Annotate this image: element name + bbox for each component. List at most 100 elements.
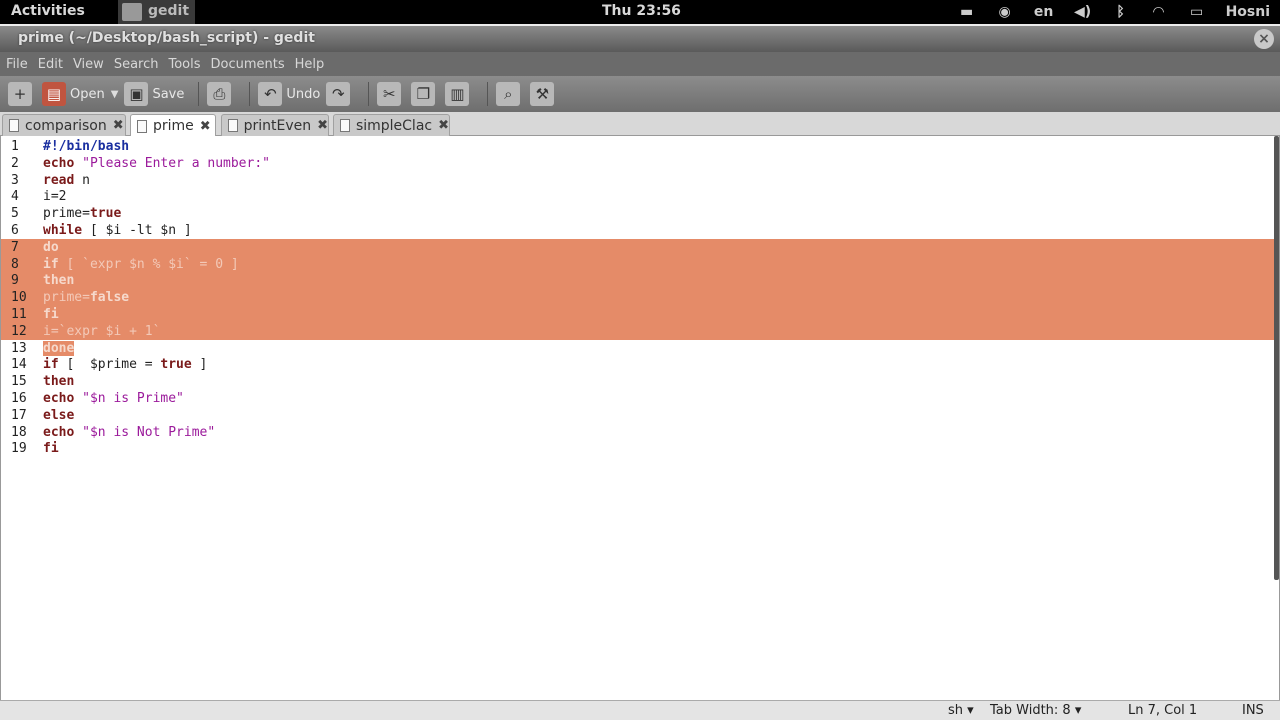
status-bar: sh ▾ Tab Width: 8 ▾ Ln 7, Col 1 INS [0,700,1280,720]
code-line[interactable]: 5 prime=true [1,205,1277,222]
keyboard-layout[interactable]: en [1024,4,1064,20]
line-text: do [43,239,59,255]
document-icon [9,119,19,132]
line-number: 15 [11,374,27,390]
volume-icon[interactable]: ◀) [1064,4,1102,20]
toolbar-separator [198,82,200,106]
line-text: echo "Please Enter a number:" [43,155,270,171]
undo-button[interactable]: ↶ Undo [258,79,320,109]
close-tab-icon[interactable]: ✖ [113,118,124,133]
window-title: prime (~/Desktop/bash_script) - gedit [18,30,315,46]
close-tab-icon[interactable]: ✖ [317,118,328,133]
code-line[interactable]: 3 read n [1,172,1277,189]
code-line[interactable]: 8 if [ `expr $n % $i` = 0 ] [1,255,1277,273]
toolbar-separator [487,82,489,106]
code-line[interactable]: 14 if [ $prime = true ] [1,356,1277,373]
clock[interactable]: Thu 23:56 [602,3,681,19]
menu-file[interactable]: File [6,57,28,72]
print-button[interactable]: ⎙ [207,79,235,109]
find-button[interactable]: ⌕ [496,79,524,109]
tab-width-selector[interactable]: Tab Width: 8 ▾ [990,703,1081,718]
menu-documents[interactable]: Documents [211,57,285,72]
code-line[interactable]: 18 echo "$n is Not Prime" [1,424,1277,441]
bluetooth-icon[interactable]: ᛒ [1102,4,1140,20]
copy-button[interactable]: ❐ [411,79,439,109]
document-icon [340,119,350,132]
cut-button[interactable]: ✂ [377,79,405,109]
menu-bar: File Edit View Search Tools Documents He… [0,52,1280,76]
menu-search[interactable]: Search [114,57,159,72]
code-line[interactable]: 13 done [1,340,1277,357]
line-number: 12 [11,323,27,339]
code-line[interactable]: 4 i=2 [1,188,1277,205]
tab-printeven[interactable]: printEven ✖ [221,114,329,136]
tab-label: printEven [243,117,312,134]
redo-button[interactable]: ↷ [326,79,354,109]
open-dropdown-icon[interactable]: ▼ [111,89,119,100]
line-number: 9 [11,273,19,289]
wifi-icon[interactable]: ◠ [1140,4,1178,20]
search-icon: ⌕ [496,82,521,106]
replace-button[interactable]: ⚒ [530,79,558,109]
code-line[interactable]: 11 fi [1,306,1277,323]
menu-edit[interactable]: Edit [38,57,63,72]
code-line[interactable]: 6 while [ $i -lt $n ] [1,222,1277,239]
toolbar-separator [368,82,370,106]
line-text: echo "$n is Not Prime" [43,424,216,440]
insert-mode: INS [1242,703,1264,718]
line-text: done [43,340,75,356]
app-menu[interactable]: gedit [118,0,196,24]
activities-button[interactable]: Activities [11,3,85,19]
code-line[interactable]: 17 else [1,407,1277,424]
code-line[interactable]: 7 do [1,238,1277,256]
line-number: 5 [11,206,19,222]
line-text: i=2 [43,189,67,205]
redo-icon: ↷ [326,82,351,106]
menu-help[interactable]: Help [295,57,325,72]
code-line[interactable]: 12 i=`expr $i + 1` [1,322,1277,340]
files-icon[interactable]: ▬ [948,4,986,20]
new-button[interactable]: + [8,79,36,109]
cursor-position: Ln 7, Col 1 [1128,703,1198,718]
print-icon: ⎙ [207,82,232,106]
code-line[interactable]: 1 #!/bin/bash [1,138,1277,155]
window-titlebar[interactable]: prime (~/Desktop/bash_script) - gedit × [0,26,1280,52]
tab-comparison[interactable]: comparison ✖ [2,114,126,136]
user-menu[interactable]: Hosni [1226,4,1270,20]
code-line[interactable]: 19 fi [1,440,1277,457]
vertical-scrollbar[interactable] [1274,136,1279,580]
line-number: 1 [11,139,19,154]
text-editor[interactable]: 1 #!/bin/bash 2 echo "Please Enter a number… [0,136,1280,700]
cut-icon: ✂ [377,82,402,106]
code-line[interactable]: 16 echo "$n is Prime" [1,390,1277,407]
code-line[interactable]: 9 then [1,272,1277,290]
accessibility-icon[interactable]: ◉ [986,4,1024,20]
line-text: if [ $prime = true ] [43,357,208,373]
line-text: if [ `expr $n % $i` = 0 ] [43,256,239,272]
line-number: 2 [11,155,19,171]
save-button[interactable]: ▣ Save [124,79,184,109]
replace-icon: ⚒ [530,82,555,106]
battery-icon[interactable]: ▭ [1178,4,1216,20]
paste-button[interactable]: ▥ [445,79,473,109]
code-line[interactable]: 15 then [1,373,1277,390]
close-window-button[interactable]: × [1254,29,1274,49]
menu-view[interactable]: View [73,57,104,72]
language-selector[interactable]: sh ▾ [948,703,974,718]
code-line[interactable]: 10 prime=false [1,289,1277,307]
line-text: while [ $i -lt $n ] [43,223,192,238]
menu-tools[interactable]: Tools [168,57,200,72]
open-button[interactable]: ▤ Open ▼ [42,79,118,109]
toolbar: + ▤ Open ▼ ▣ Save ⎙ ↶ Undo ↷ ✂ ❐ ▥ ⌕ ⚒ [0,76,1280,112]
tab-simpleclac[interactable]: simpleClac ✖ [333,114,450,136]
code-line[interactable]: 2 echo "Please Enter a number:" [1,155,1277,172]
close-tab-icon[interactable]: ✖ [200,119,211,134]
line-number: 14 [11,357,27,373]
close-tab-icon[interactable]: ✖ [438,118,449,133]
undo-icon: ↶ [258,82,283,106]
system-tray: ▬ ◉ en ◀) ᛒ ◠ ▭ Hosni [948,0,1270,24]
open-label: Open [70,86,105,102]
document-icon [137,119,147,133]
line-number: 3 [11,172,19,188]
tab-prime[interactable]: prime ✖ [130,114,216,137]
